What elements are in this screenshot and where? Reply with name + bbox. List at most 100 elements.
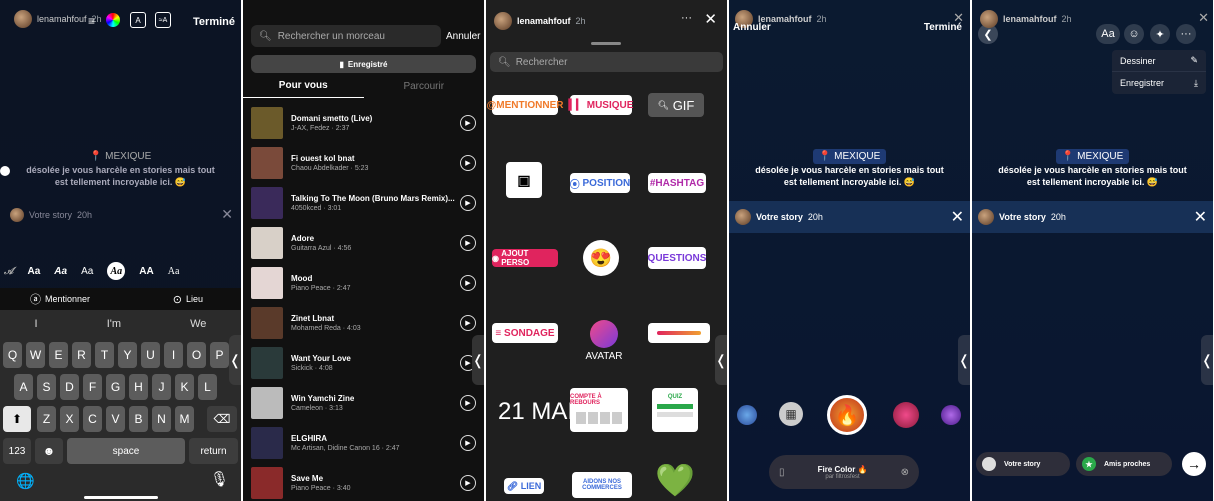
key-m[interactable]: M bbox=[175, 406, 194, 432]
key-s[interactable]: S bbox=[37, 374, 56, 400]
effect-thumbnail[interactable] bbox=[941, 405, 961, 425]
song-row[interactable]: Domani smetto (Live) J-AX, Fedez · 2:37 ▶ bbox=[251, 104, 476, 142]
sticker-link[interactable]: 🔗︎ LIEN bbox=[504, 478, 544, 494]
shift-key[interactable]: ⬆ bbox=[3, 406, 31, 432]
side-panel-handle[interactable]: ❬ bbox=[958, 335, 970, 385]
song-row[interactable]: Fi ouest kol bnat Chaou Abdelkader · 5:23… bbox=[251, 144, 476, 182]
microphone-icon[interactable]: 🎙 bbox=[210, 470, 229, 488]
play-icon[interactable]: ▶ bbox=[460, 475, 476, 491]
key-y[interactable]: Y bbox=[118, 342, 137, 368]
close-icon[interactable]: ✕ bbox=[1198, 10, 1209, 26]
key-w[interactable]: W bbox=[26, 342, 45, 368]
sticker-emoji-slider[interactable]: 😍 bbox=[583, 240, 619, 276]
text-tool-button[interactable]: Aa bbox=[1096, 24, 1120, 44]
sticker-custom[interactable]: ◉ AJOUT PERSO bbox=[492, 249, 558, 267]
close-icon[interactable]: ✕ bbox=[704, 10, 717, 28]
color-wheel-icon[interactable] bbox=[106, 13, 120, 27]
sticker-countdown[interactable]: COMPTE À REBOURS bbox=[570, 388, 628, 432]
menu-item-draw[interactable]: Dessiner ✎ bbox=[1112, 50, 1206, 72]
sticker-support-business[interactable]: AIDONS NOS COMMERCES bbox=[572, 472, 632, 498]
effect-thumbnail[interactable] bbox=[737, 405, 757, 425]
key-e[interactable]: E bbox=[49, 342, 68, 368]
song-row[interactable]: Win Yamchi Zine Cameleon · 3:13 ▶ bbox=[251, 384, 476, 422]
key-x[interactable]: X bbox=[60, 406, 79, 432]
suggestion[interactable]: I bbox=[35, 318, 38, 330]
send-arrow-button[interactable]: → bbox=[1182, 452, 1206, 476]
tab-browse[interactable]: Parcourir bbox=[364, 81, 485, 98]
key-f[interactable]: F bbox=[83, 374, 102, 400]
share-your-story-button[interactable]: Votre story bbox=[976, 452, 1070, 476]
key-k[interactable]: K bbox=[175, 374, 194, 400]
effect-selected-fire[interactable]: 🔥 bbox=[827, 395, 867, 435]
sticker-mention[interactable]: @MENTIONNER bbox=[487, 95, 564, 115]
effects-sparkle-icon[interactable]: ✦ bbox=[1150, 24, 1170, 44]
sticker-icon[interactable]: ☺ bbox=[1124, 24, 1144, 44]
font-option[interactable]: Aa bbox=[81, 266, 93, 277]
space-key[interactable]: space bbox=[67, 438, 185, 464]
key-v[interactable]: V bbox=[106, 406, 125, 432]
location-sticker[interactable]: 📍 MEXIQUE bbox=[729, 146, 970, 164]
play-icon[interactable]: ▶ bbox=[460, 115, 476, 131]
key-c[interactable]: C bbox=[83, 406, 102, 432]
suggestion[interactable]: We bbox=[190, 318, 206, 330]
place-shortcut[interactable]: ⊙ Lieu bbox=[173, 293, 203, 306]
more-icon[interactable]: ··· bbox=[681, 12, 692, 24]
side-panel-handle[interactable]: ❬ bbox=[472, 335, 484, 385]
song-row[interactable]: Mood Piano Peace · 2:47 ▶ bbox=[251, 264, 476, 302]
close-icon[interactable]: ✕ bbox=[953, 10, 964, 26]
sticker-position[interactable]: ⦿ POSITION bbox=[570, 173, 630, 193]
sticker-date[interactable]: 21 MAI bbox=[498, 398, 574, 426]
sticker-camera-frame[interactable]: ▣ bbox=[506, 162, 542, 198]
font-option[interactable]: Aa bbox=[27, 266, 40, 277]
size-slider-handle[interactable] bbox=[0, 166, 10, 176]
font-option[interactable]: AA bbox=[139, 266, 153, 277]
sticker-search-input[interactable]: 🔍︎ Rechercher bbox=[490, 52, 723, 72]
play-icon[interactable]: ▶ bbox=[460, 195, 476, 211]
sticker-poll[interactable]: ≡ SONDAGE bbox=[492, 323, 558, 343]
animate-icon[interactable]: ≈A bbox=[155, 12, 171, 28]
key-d[interactable]: D bbox=[60, 374, 79, 400]
close-icon[interactable]: ✕ bbox=[1194, 207, 1207, 227]
sticker-gif[interactable]: 🔍︎ GIF bbox=[648, 93, 704, 117]
text-effect-icon[interactable]: A bbox=[130, 12, 146, 28]
song-row[interactable]: ELGHIRA Mc Artisan, Didine Canon 16 · 2:4… bbox=[251, 424, 476, 462]
more-icon[interactable]: ··· bbox=[1176, 24, 1196, 44]
location-sticker[interactable]: 📍 MEXIQUE bbox=[0, 146, 241, 164]
key-o[interactable]: O bbox=[187, 342, 206, 368]
saved-button[interactable]: ▮ Enregistré bbox=[251, 55, 476, 73]
side-panel-handle[interactable]: ❬ bbox=[1201, 335, 1213, 385]
side-panel-handle[interactable]: ❬ bbox=[715, 335, 727, 385]
play-icon[interactable]: ▶ bbox=[460, 315, 476, 331]
play-icon[interactable]: ▶ bbox=[460, 395, 476, 411]
font-option-script[interactable]: 𝒜 bbox=[4, 266, 13, 277]
key-h[interactable]: H bbox=[129, 374, 148, 400]
music-search-input[interactable]: 🔍︎ Rechercher un morceau bbox=[251, 25, 441, 47]
key-p[interactable]: P bbox=[210, 342, 229, 368]
key-n[interactable]: N bbox=[152, 406, 171, 432]
song-row[interactable]: Adore Guitarra Azul · 4:56 ▶ bbox=[251, 224, 476, 262]
font-option-selected[interactable]: Aa bbox=[107, 262, 126, 280]
share-close-friends-button[interactable]: ★ Amis proches bbox=[1076, 452, 1172, 476]
suggestion[interactable]: I'm bbox=[107, 318, 121, 330]
sheet-grabber[interactable] bbox=[591, 42, 621, 45]
return-key[interactable]: return bbox=[189, 438, 238, 464]
sticker-hashtag[interactable]: #HASHTAG bbox=[648, 173, 706, 193]
play-icon[interactable]: ▶ bbox=[460, 155, 476, 171]
key-g[interactable]: G bbox=[106, 374, 125, 400]
sticker-music[interactable]: ▍▎ MUSIQUE bbox=[569, 95, 633, 115]
key-l[interactable]: L bbox=[198, 374, 217, 400]
sticker-quiz[interactable]: QUIZ bbox=[652, 388, 698, 432]
song-row[interactable]: Want Your Love Sickick · 4:08 ▶ bbox=[251, 344, 476, 382]
location-sticker[interactable]: 📍 MEXIQUE bbox=[972, 146, 1213, 164]
numbers-key[interactable]: 123 bbox=[3, 438, 31, 464]
backspace-key[interactable]: ⌫ bbox=[207, 406, 237, 432]
tab-for-you[interactable]: Pour vous bbox=[243, 80, 364, 98]
key-i[interactable]: I bbox=[164, 342, 183, 368]
mention-shortcut[interactable]: ⓐ Mentionner bbox=[30, 291, 90, 307]
sticker-avatar-circle[interactable] bbox=[590, 320, 618, 348]
close-icon[interactable]: ✕ bbox=[951, 207, 964, 227]
align-icon[interactable]: ≡ bbox=[88, 14, 95, 28]
song-row[interactable]: Save Me Piano Peace · 3:40 ▶ bbox=[251, 464, 476, 501]
key-q[interactable]: Q bbox=[3, 342, 22, 368]
emoji-key[interactable]: ☻ bbox=[35, 438, 63, 464]
